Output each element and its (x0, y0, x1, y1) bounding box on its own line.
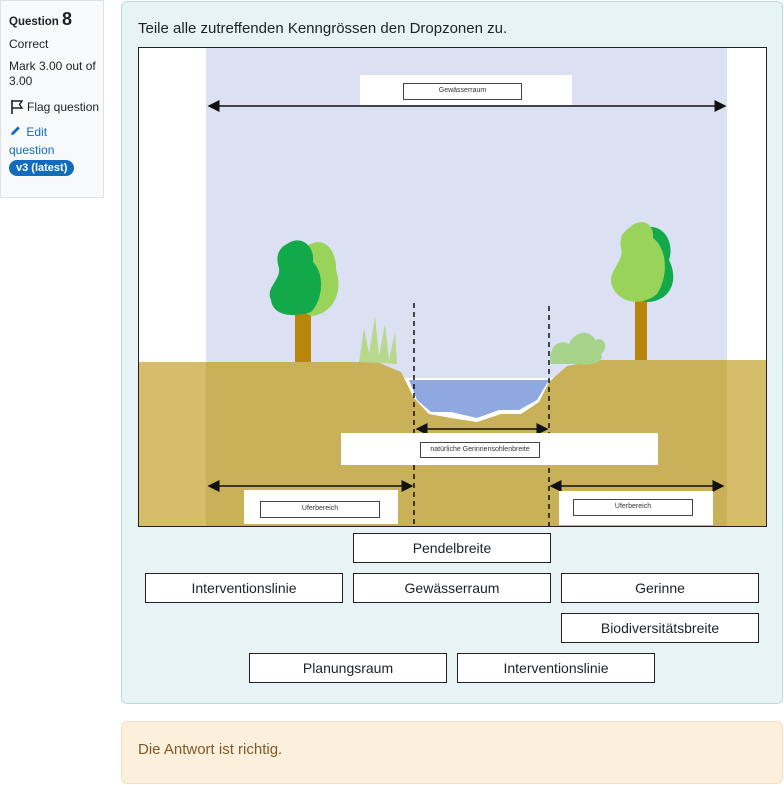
flag-question-link[interactable]: Flag question (9, 99, 103, 115)
drag-choice-interventionslinie-2[interactable]: Interventionslinie (457, 653, 655, 683)
drag-choice-gerinne[interactable]: Gerinne (561, 573, 759, 603)
diagram-label-gewaesserraum: Gewässerraum (403, 83, 522, 100)
answer-feedback: Die Antwort ist richtig. (121, 721, 783, 784)
drag-choice-interventionslinie[interactable]: Interventionslinie (145, 573, 343, 603)
flag-icon (11, 100, 24, 114)
question-status: Correct (9, 37, 49, 51)
drag-choice-gewaesserraum[interactable]: Gewässerraum (353, 573, 551, 603)
version-badge: v3 (latest) (9, 160, 75, 176)
question-number-value: 8 (62, 9, 73, 29)
diagram-label-uferbereich-right: Uferbereich (573, 499, 693, 516)
diagram-label-sohlenbreite: natürliche Gerinnensohlenbreite (420, 442, 540, 458)
pencil-icon (11, 126, 20, 135)
question-formulation: Teile alle zutreffenden Kenngrössen den … (121, 1, 783, 704)
question-info: Question 8 Correct Mark 3.00 out of 3.00… (0, 0, 104, 198)
question-mark: Mark 3.00 out of 3.00 (9, 59, 96, 88)
diagram-label-uferbereich-left: Uferbereich (260, 501, 380, 518)
question-number: Question 8 (9, 9, 103, 30)
drop-zone-image: Gewässerraum natürliche Gerinnensohlenbr… (138, 47, 767, 527)
question-prefix: Question (9, 16, 59, 28)
edit-question-link[interactable]: Edit question (9, 123, 89, 159)
drag-choice-planungsraum[interactable]: Planungsraum (249, 653, 447, 683)
drag-choice-pendelbreite[interactable]: Pendelbreite (353, 533, 551, 563)
question-text: Teile alle zutreffenden Kenngrössen den … (138, 20, 508, 37)
drag-choice-biodiversitaetsbreite[interactable]: Biodiversitätsbreite (561, 613, 759, 643)
flag-question-label: Flag question (27, 100, 100, 114)
